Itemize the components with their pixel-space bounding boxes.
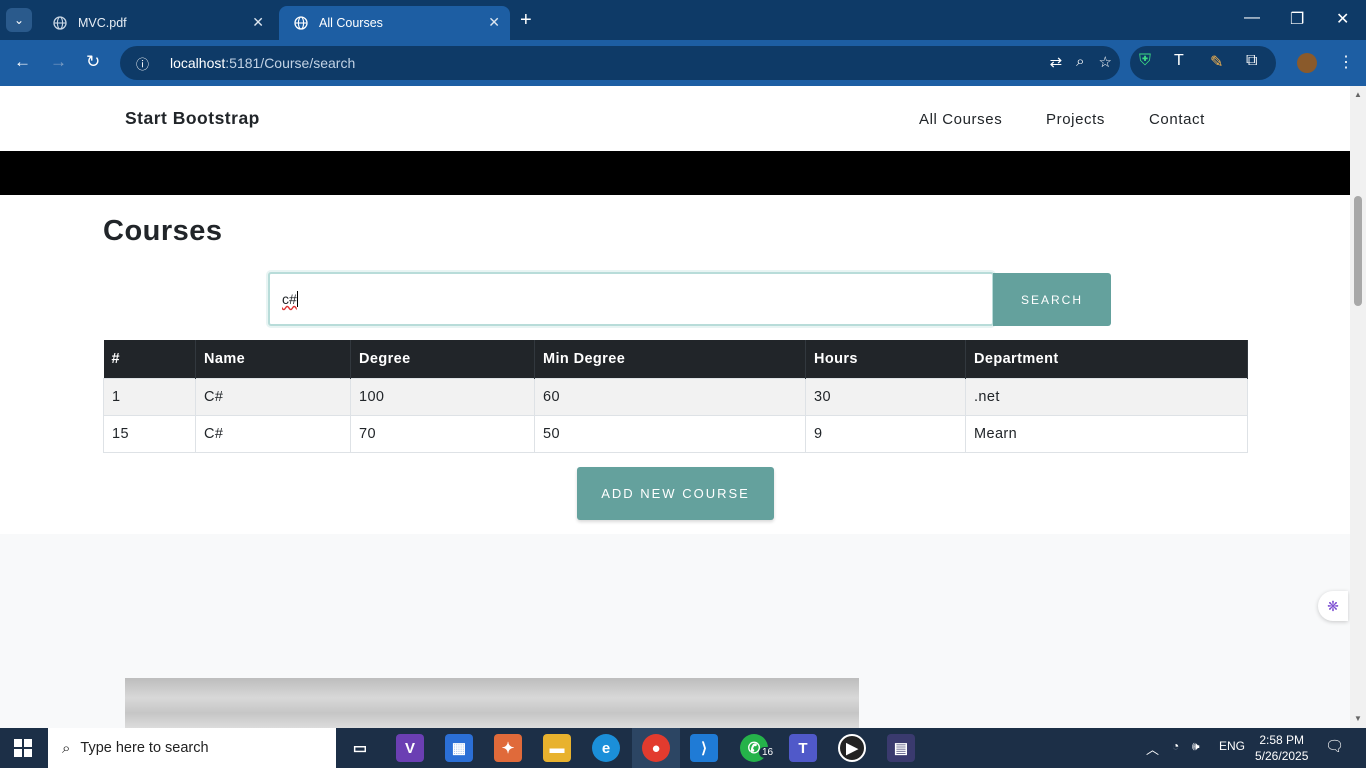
tab-title: MVC.pdf — [78, 16, 127, 30]
file-explorer-icon[interactable]: ▬ — [543, 734, 571, 762]
column-header: # — [103, 340, 196, 378]
taskbar-search-placeholder: Type here to search — [80, 740, 209, 756]
translate-icon[interactable]: ⇄ — [1050, 53, 1063, 71]
table-cell: 70 — [350, 414, 535, 453]
text-cursor — [296, 291, 298, 307]
url-host: localhost — [170, 55, 226, 71]
chrome-icon[interactable]: ● — [642, 734, 670, 762]
column-header: Degree — [350, 340, 535, 378]
clock-date: 5/26/2025 — [1255, 749, 1309, 763]
tab-all-courses[interactable]: All Courses ✕ — [279, 6, 510, 40]
table-cell: Mearn — [965, 414, 1248, 453]
table-cell: 1 — [103, 377, 196, 416]
browser-tab-strip: ⌄ MVC.pdf ✕ All Courses ✕ + — ❐ ✕ — [0, 0, 1366, 40]
page-title: Courses — [103, 215, 223, 247]
language-indicator[interactable]: ENG — [1219, 739, 1245, 753]
nav-link-contact[interactable]: Contact — [1149, 111, 1205, 128]
table-cell: 9 — [805, 414, 966, 453]
navbar-brand[interactable]: Start Bootstrap — [125, 108, 260, 129]
close-tab-icon[interactable]: ✕ — [252, 14, 264, 31]
table-cell: 100 — [350, 377, 535, 416]
section-image — [125, 678, 859, 728]
copilot-icon[interactable]: ✦ — [494, 734, 522, 762]
bookmark-star-icon[interactable]: ☆ — [1099, 53, 1112, 71]
close-window-icon[interactable]: ✕ — [1336, 9, 1349, 29]
back-icon[interactable]: ← — [14, 52, 31, 72]
reload-icon[interactable]: ↻ — [86, 52, 100, 72]
globe-icon — [293, 15, 309, 31]
search-button[interactable]: SEARCH — [993, 273, 1111, 326]
restore-icon[interactable]: ❐ — [1290, 9, 1304, 29]
media-player-icon[interactable]: ▶ — [838, 734, 866, 762]
zoom-icon[interactable]: ⌕ — [1076, 53, 1084, 71]
table-cell: 50 — [534, 414, 806, 453]
scroll-down-icon[interactable]: ▼ — [1354, 714, 1362, 723]
puzzle-extensions-icon[interactable]: ⧉ — [1246, 52, 1257, 70]
hero-band — [0, 151, 1350, 195]
menu-kebab-icon[interactable]: ⋮ — [1338, 52, 1354, 72]
scrollbar-thumb[interactable] — [1354, 196, 1362, 306]
edge-icon[interactable]: e — [592, 734, 620, 762]
text-extension-icon[interactable]: T — [1174, 52, 1184, 70]
site-info-icon[interactable]: ⓘ — [136, 54, 156, 73]
clock[interactable]: 2:58 PM 5/26/2025 — [1255, 732, 1308, 764]
page-scrollbar[interactable]: ▲ ▼ — [1350, 86, 1366, 728]
table-cell: 15 — [103, 414, 196, 453]
column-header: Hours — [805, 340, 966, 378]
minimize-icon[interactable]: — — [1244, 9, 1260, 27]
tray-chevron-icon[interactable]: ︿ — [1146, 739, 1159, 758]
tab-title: All Courses — [319, 16, 383, 30]
table-row: 1 C# 100 60 30 .net — [103, 377, 1248, 416]
scroll-up-icon[interactable]: ▲ — [1354, 90, 1362, 99]
nav-link-all-courses[interactable]: All Courses — [919, 111, 1002, 128]
volume-icon[interactable]: 🕪 — [1192, 739, 1200, 754]
address-bar[interactable]: ⓘ localhost :5181/Course/search ⇄ ⌕ ☆ — [120, 46, 1120, 80]
visual-studio-icon[interactable]: V — [396, 734, 424, 762]
terminal-icon[interactable]: ▤ — [887, 734, 915, 762]
table-cell: C# — [195, 377, 351, 416]
search-icon: ⌕ — [62, 739, 71, 757]
windows-start-icon[interactable] — [14, 739, 32, 757]
search-input[interactable]: c# — [268, 272, 994, 326]
table-cell: C# — [195, 414, 351, 453]
teams-icon[interactable]: T — [789, 734, 817, 762]
profile-avatar[interactable] — [1297, 53, 1317, 73]
site-navbar: Start Bootstrap All Courses Projects Con… — [0, 86, 1350, 151]
table-cell: 30 — [805, 377, 966, 416]
close-tab-icon[interactable]: ✕ — [488, 14, 500, 31]
shield-extension-icon[interactable]: ⛨ — [1139, 52, 1151, 70]
table-row: 15 C# 70 50 9 Mearn — [103, 414, 1248, 453]
page-viewport: Start Bootstrap All Courses Projects Con… — [0, 86, 1350, 728]
whatsapp-badge: 16 — [759, 747, 777, 758]
courses-section: Courses c# SEARCH # Name Degree Min Degr… — [0, 195, 1350, 534]
url-path: :5181/Course/search — [225, 55, 356, 71]
courses-table: # Name Degree Min Degree Hours Departmen… — [103, 340, 1248, 453]
microsoft-store-icon[interactable]: ▦ — [445, 734, 473, 762]
assistant-brain-icon[interactable]: ❋ — [1318, 591, 1348, 621]
clock-time: 2:58 PM — [1259, 733, 1305, 747]
table-header-row: # Name Degree Min Degree Hours Departmen… — [103, 340, 1248, 378]
vscode-icon[interactable]: ⟩ — [690, 734, 718, 762]
tab-search-button[interactable]: ⌄ — [6, 8, 32, 32]
taskbar-search-box[interactable]: ⌕ Type here to search — [48, 728, 336, 768]
table-cell: 60 — [534, 377, 806, 416]
new-tab-button[interactable]: + — [520, 9, 532, 32]
globe-icon — [52, 15, 68, 31]
table-cell: .net — [965, 377, 1248, 416]
search-input-value: c# — [282, 291, 297, 307]
task-view-icon[interactable]: ▭ — [346, 734, 374, 762]
pen-extension-icon[interactable]: ✎ — [1210, 52, 1223, 72]
forward-icon[interactable]: → — [50, 52, 67, 72]
tab-mvc-pdf[interactable]: MVC.pdf ✕ — [38, 6, 274, 40]
add-new-course-button[interactable]: ADD NEW COURSE — [577, 467, 774, 520]
nav-link-projects[interactable]: Projects — [1046, 111, 1105, 128]
column-header: Name — [195, 340, 351, 378]
column-header: Min Degree — [534, 340, 806, 378]
browser-toolbar: ← → ↻ ⓘ localhost :5181/Course/search ⇄ … — [0, 40, 1366, 86]
windows-taskbar: ⌕ Type here to search ▭ V ▦ ✦ ▬ e ● ⟩ ✆ … — [0, 728, 1366, 768]
network-icon[interactable]: ◔ — [1172, 739, 1179, 753]
column-header: Department — [965, 340, 1248, 378]
notification-icon[interactable]: 🗨 — [1325, 737, 1344, 755]
